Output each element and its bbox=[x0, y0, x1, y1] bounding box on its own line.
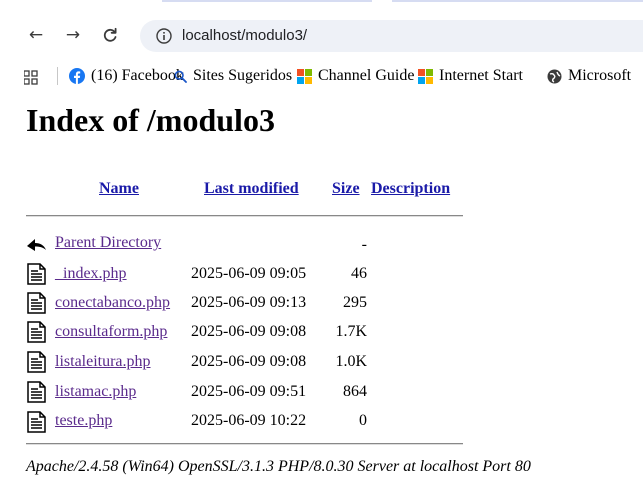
file-modified: 2025-06-09 09:08 bbox=[191, 323, 307, 340]
file-text-icon bbox=[27, 263, 46, 285]
file-modified: 2025-06-09 09:51 bbox=[191, 383, 307, 400]
file-link[interactable]: consultaform.php bbox=[55, 323, 167, 341]
bookmark-label: (16) Facebook bbox=[91, 67, 184, 84]
bookmark-label: Microsoft bbox=[568, 67, 632, 84]
url-text[interactable]: localhost/modulo3/ bbox=[182, 26, 307, 46]
column-header-description[interactable]: Description bbox=[371, 180, 450, 198]
bookmark-sites-sugeridos[interactable]: Sites Sugeridos bbox=[174, 67, 292, 85]
forward-arrow-icon: → bbox=[65, 25, 81, 45]
globe-icon bbox=[547, 69, 562, 83]
file-link[interactable]: listamac.php bbox=[55, 383, 136, 401]
file-text-icon bbox=[27, 411, 46, 433]
column-header-name[interactable]: Name bbox=[99, 180, 139, 198]
bookmark-internet-start[interactable]: Internet Start bbox=[418, 67, 523, 85]
server-signature: Apache/2.4.58 (Win64) OpenSSL/3.1.3 PHP/… bbox=[26, 458, 531, 475]
file-modified: 2025-06-09 09:13 bbox=[191, 294, 307, 311]
file-link[interactable]: _index.php bbox=[55, 265, 127, 283]
windows-logo-icon bbox=[418, 68, 433, 84]
search-icon bbox=[174, 70, 187, 83]
file-link[interactable]: listaleitura.php bbox=[55, 353, 151, 371]
column-header-last-modified[interactable]: Last modified bbox=[204, 180, 299, 198]
file-link[interactable]: teste.php bbox=[55, 412, 112, 430]
file-size: 864 bbox=[343, 383, 367, 400]
bookmark-facebook[interactable]: (16) Facebook bbox=[69, 67, 184, 85]
file-size: 1.7K bbox=[335, 323, 367, 340]
file-size: - bbox=[361, 236, 367, 253]
file-modified: 2025-06-09 09:05 bbox=[191, 265, 307, 282]
bookmark-label: Internet Start bbox=[439, 67, 523, 84]
forward-button[interactable]: → bbox=[62, 24, 84, 46]
apps-grid-icon[interactable] bbox=[24, 69, 38, 87]
column-header-size[interactable]: Size bbox=[332, 180, 360, 198]
parent-directory-link[interactable]: Parent Directory bbox=[55, 234, 161, 252]
bookmark-label: Sites Sugeridos bbox=[193, 67, 293, 84]
bookmarks-separator bbox=[57, 67, 58, 85]
bookmark-label: Channel Guide bbox=[318, 67, 415, 84]
header-divider bbox=[26, 215, 463, 217]
reload-button[interactable] bbox=[99, 24, 121, 46]
bookmark-microsoft[interactable]: Microsoft bbox=[547, 67, 631, 85]
back-arrow-folder-icon bbox=[27, 239, 46, 251]
file-text-icon bbox=[27, 292, 46, 314]
back-arrow-icon: ← bbox=[28, 25, 44, 45]
file-size: 46 bbox=[351, 265, 367, 282]
file-text-icon bbox=[27, 351, 46, 373]
reload-icon bbox=[103, 27, 117, 42]
site-info-icon[interactable] bbox=[155, 27, 173, 45]
footer-divider bbox=[26, 443, 463, 445]
facebook-icon bbox=[69, 68, 85, 84]
back-button[interactable]: ← bbox=[25, 24, 47, 46]
file-modified: 2025-06-09 10:22 bbox=[191, 412, 307, 429]
tab-strip-edge bbox=[162, 0, 372, 2]
file-size: 295 bbox=[343, 294, 367, 311]
file-size: 1.0K bbox=[335, 353, 367, 370]
page-title: Index of /modulo3 bbox=[26, 102, 275, 138]
file-text-icon bbox=[27, 321, 46, 343]
windows-logo-icon bbox=[297, 68, 312, 84]
file-size: 0 bbox=[359, 412, 367, 429]
file-link[interactable]: conectabanco.php bbox=[55, 294, 170, 312]
file-modified: 2025-06-09 09:08 bbox=[191, 353, 307, 370]
file-text-icon bbox=[27, 381, 46, 403]
tab-strip-edge-right bbox=[392, 0, 643, 2]
bookmark-channel-guide[interactable]: Channel Guide bbox=[297, 67, 414, 85]
